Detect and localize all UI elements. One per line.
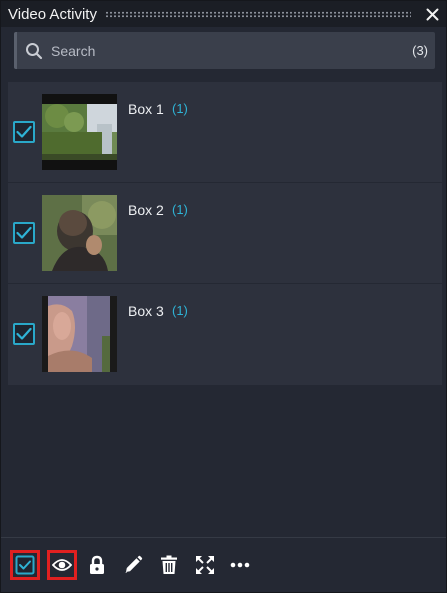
bottom-toolbar (1, 537, 446, 593)
close-icon (426, 8, 438, 20)
checkmark-icon (16, 226, 32, 239)
edit-button[interactable] (118, 550, 148, 580)
checkbox-icon (15, 555, 35, 575)
list-item-box-3[interactable]: Box 3 (1) (8, 284, 442, 385)
video-frame-image (42, 195, 117, 271)
box-2-count: (1) (172, 202, 188, 217)
box-2-thumbnail[interactable] (42, 195, 117, 271)
box-list: Box 1 (1) Box 2 (1) Box 3 (1) (8, 82, 442, 385)
checkmark-icon (16, 125, 32, 138)
title-bar[interactable]: Video Activity (1, 1, 446, 27)
video-activity-panel: Video Activity (3) (0, 0, 447, 593)
lock-icon (90, 555, 104, 574)
lock-button[interactable] (82, 550, 112, 580)
close-button[interactable] (421, 3, 443, 25)
panel-title: Video Activity (8, 5, 97, 23)
search-input[interactable] (43, 41, 413, 60)
drag-grip[interactable] (104, 10, 411, 18)
box-2-checkbox[interactable] (13, 222, 35, 244)
visibility-toggle-button[interactable] (47, 550, 77, 580)
video-frame-image (42, 94, 117, 170)
box-1-count: (1) (172, 101, 188, 116)
list-item-box-1[interactable]: Box 1 (1) (8, 82, 442, 183)
video-frame-image (42, 296, 117, 372)
delete-button[interactable] (154, 550, 184, 580)
list-item-box-2[interactable]: Box 2 (1) (8, 183, 442, 284)
search-bar: (3) (14, 32, 435, 69)
box-3-checkbox[interactable] (13, 323, 35, 345)
box-1-checkbox[interactable] (13, 121, 35, 143)
fit-to-view-button[interactable] (190, 550, 220, 580)
box-3-count: (1) (172, 303, 188, 318)
eye-icon (52, 559, 72, 571)
trash-icon (161, 555, 177, 574)
pencil-icon (125, 555, 143, 573)
box-3-thumbnail[interactable] (42, 296, 117, 372)
search-result-count: (3) (412, 43, 428, 58)
box-3-label: Box 3 (128, 303, 164, 319)
box-1-thumbnail[interactable] (42, 94, 117, 170)
box-2-label: Box 2 (128, 202, 164, 218)
select-all-button[interactable] (10, 550, 40, 580)
more-options-button[interactable] (225, 550, 255, 580)
search-icon (26, 42, 43, 59)
more-icon (230, 562, 250, 568)
checkmark-icon (16, 327, 32, 340)
expand-icon (196, 556, 214, 574)
box-1-label: Box 1 (128, 101, 164, 117)
